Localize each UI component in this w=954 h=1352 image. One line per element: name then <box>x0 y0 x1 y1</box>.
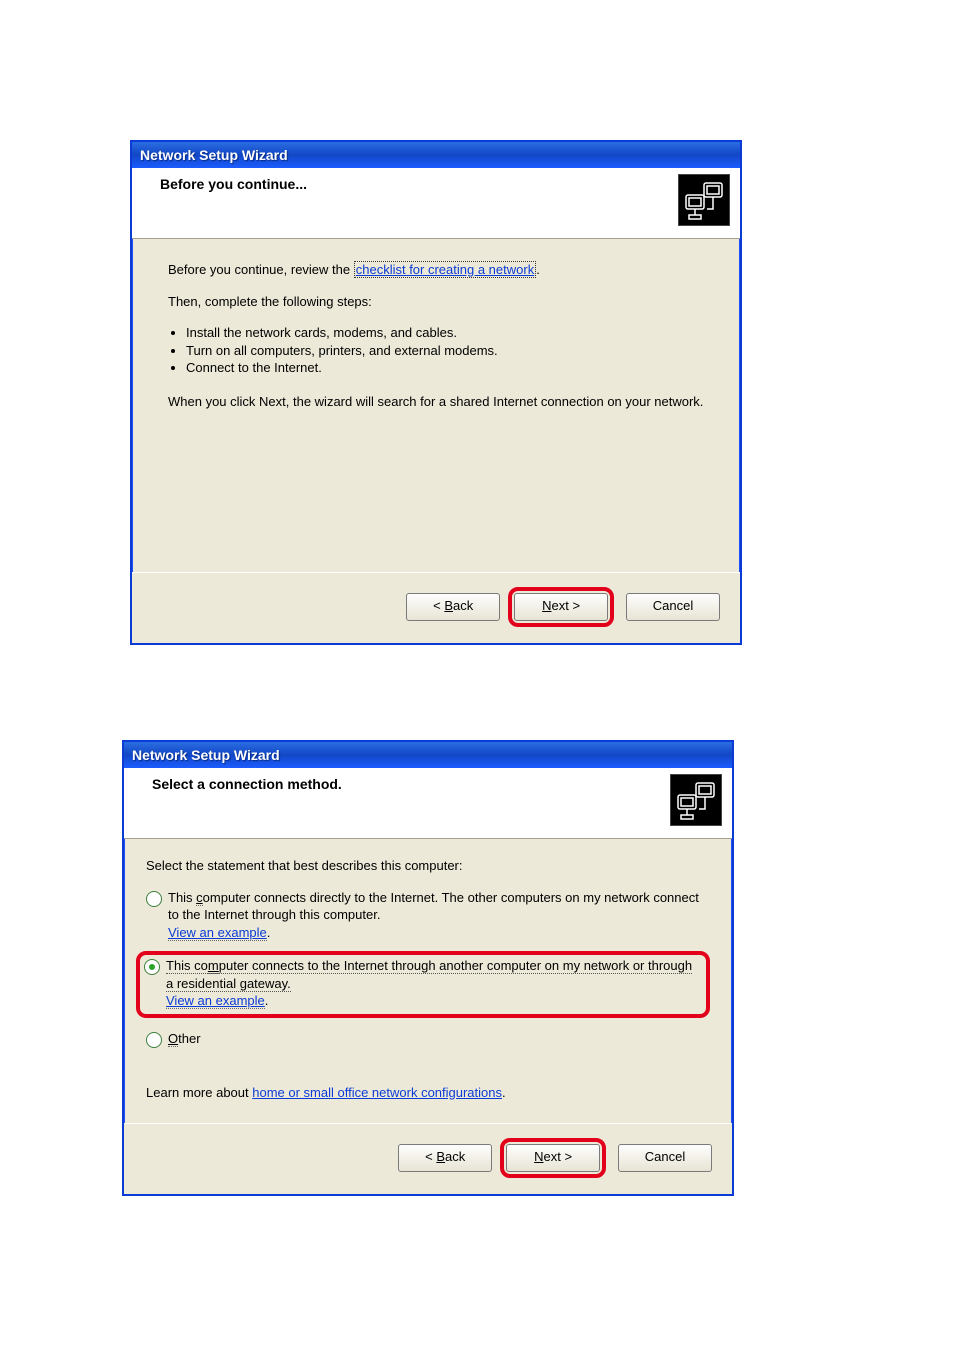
cancel-button[interactable]: Cancel <box>618 1144 712 1172</box>
search-info-line: When you click Next, the wizard will sea… <box>168 393 704 411</box>
wizard-header: Before you continue... <box>132 168 740 239</box>
steps-list: Install the network cards, modems, and c… <box>168 324 704 377</box>
intro-line: Before you continue, review the checklis… <box>168 261 704 279</box>
select-line: Select the statement that best describes… <box>146 857 710 875</box>
step-item: Turn on all computers, printers, and ext… <box>186 342 704 360</box>
step-item: Install the network cards, modems, and c… <box>186 324 704 342</box>
wizard-body: Before you continue, review the checklis… <box>132 239 740 572</box>
wizard-footer: < Back Next > Cancel <box>132 572 740 643</box>
view-example-link[interactable]: View an example <box>168 925 267 941</box>
radio-icon <box>144 959 160 975</box>
radio-label: This computer connects directly to the I… <box>168 889 710 942</box>
back-button[interactable]: < Back <box>398 1144 492 1172</box>
radio-icon <box>146 1032 162 1048</box>
radio-label: This computer connects to the Internet t… <box>166 957 700 1010</box>
wizard-footer: < Back Next > Cancel <box>124 1123 732 1194</box>
selected-option-highlight: This computer connects to the Internet t… <box>136 951 710 1018</box>
header-title: Select a connection method. <box>152 776 720 792</box>
learn-more-link[interactable]: home or small office network configurati… <box>252 1085 502 1100</box>
checklist-link[interactable]: checklist for creating a network <box>354 261 536 278</box>
header-title: Before you continue... <box>160 176 728 192</box>
intro-suffix: . <box>536 262 540 277</box>
network-computers-icon <box>678 174 730 226</box>
next-button[interactable]: Next > <box>506 1144 600 1172</box>
learn-suffix: . <box>502 1085 506 1100</box>
then-line: Then, complete the following steps: <box>168 293 704 311</box>
radio-label: Other <box>168 1030 710 1048</box>
wizard-header: Select a connection method. <box>124 768 732 839</box>
cancel-button[interactable]: Cancel <box>626 593 720 621</box>
step-item: Connect to the Internet. <box>186 359 704 377</box>
radio-option-other[interactable]: Other <box>146 1030 710 1048</box>
wizard-dialog-before-continue: Network Setup Wizard Before you continue… <box>130 140 742 645</box>
learn-more-line: Learn more about home or small office ne… <box>146 1084 710 1102</box>
learn-prefix: Learn more about <box>146 1085 252 1100</box>
view-example-link[interactable]: View an example <box>166 993 265 1009</box>
radio-icon <box>146 891 162 907</box>
window-title: Network Setup Wizard <box>132 747 280 763</box>
next-button-highlight: Next > <box>500 1138 606 1178</box>
network-computers-icon <box>670 774 722 826</box>
wizard-body: Select the statement that best describes… <box>124 839 732 1123</box>
titlebar[interactable]: Network Setup Wizard <box>132 142 740 168</box>
back-button[interactable]: < Back <box>406 593 500 621</box>
next-button[interactable]: Next > <box>514 593 608 621</box>
next-button-highlight: Next > <box>508 587 614 627</box>
radio-option-gateway[interactable]: This computer connects to the Internet t… <box>144 957 700 1010</box>
intro-prefix: Before you continue, review the <box>168 262 354 277</box>
titlebar[interactable]: Network Setup Wizard <box>124 742 732 768</box>
radio-option-direct[interactable]: This computer connects directly to the I… <box>146 889 710 942</box>
window-title: Network Setup Wizard <box>140 147 288 163</box>
wizard-dialog-connection-method: Network Setup Wizard Select a connection… <box>122 740 734 1196</box>
